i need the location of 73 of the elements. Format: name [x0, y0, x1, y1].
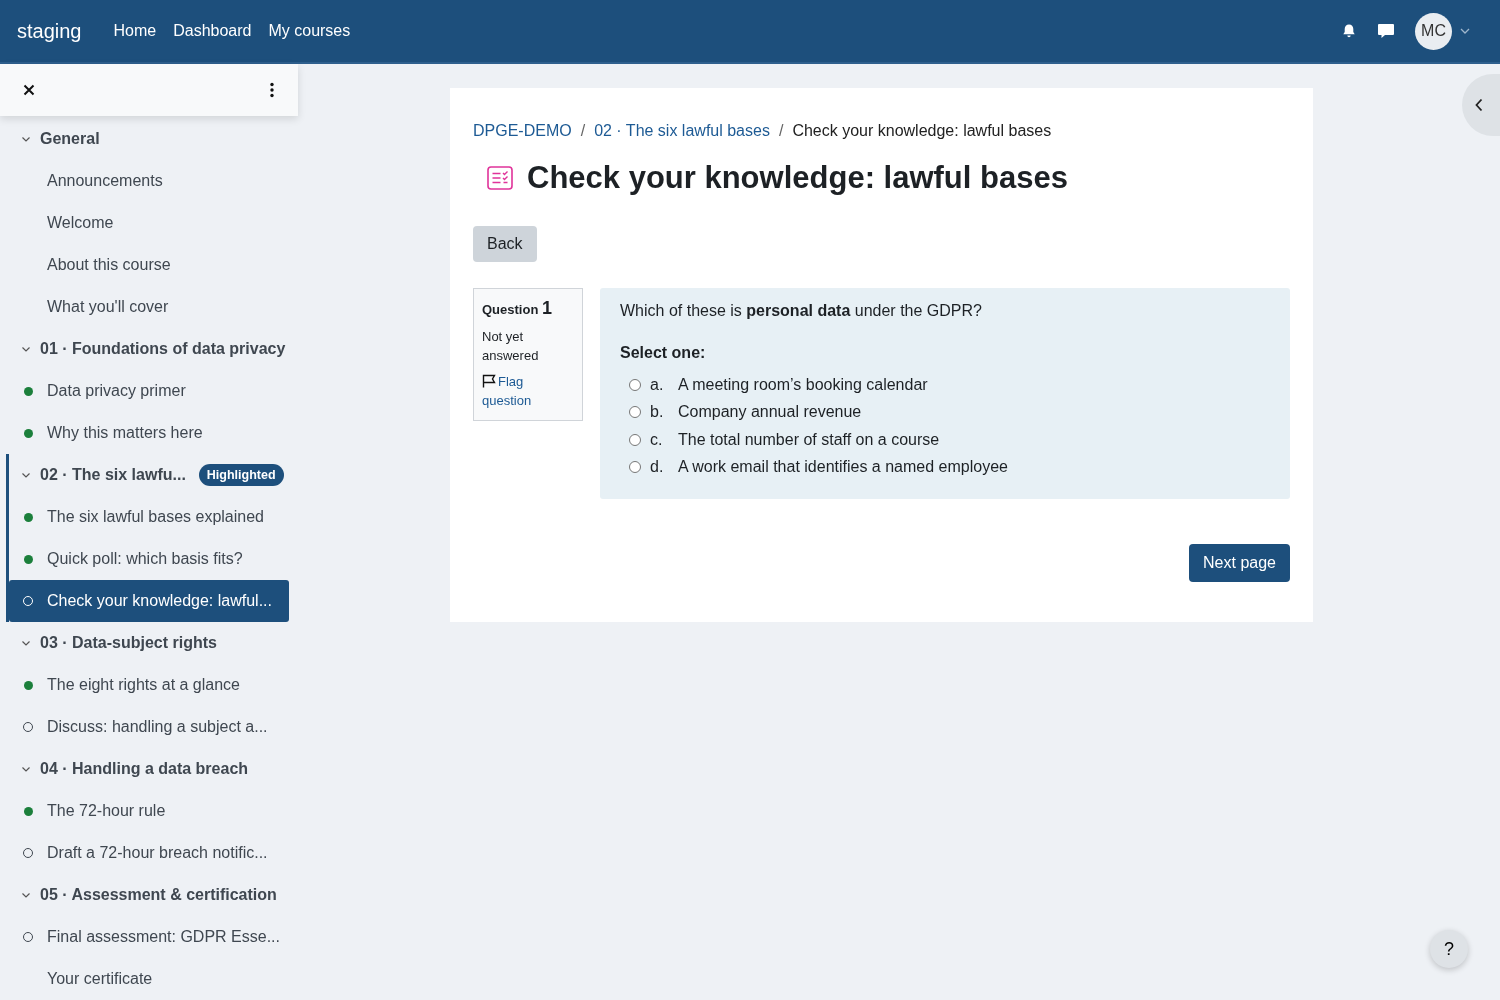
select-prompt: Select one:: [620, 344, 707, 362]
caret-icon[interactable]: [1460, 28, 1470, 34]
course-index-item[interactable]: Why this matters here: [9, 412, 289, 454]
more-options-icon[interactable]: [270, 82, 274, 98]
section-title[interactable]: 01 · Foundations of data privacy: [40, 340, 286, 358]
course-index-item[interactable]: Data privacy primer: [9, 370, 289, 412]
option-label: A work email that identifies a named employee: [678, 458, 1008, 477]
section-title[interactable]: 02 · The six lawfu...: [40, 466, 186, 484]
page-title: Check your knowledge: lawful bases: [527, 160, 1068, 196]
option-label: Company annual revenue: [678, 403, 862, 422]
option-label: A meeting room’s booking calendar: [678, 375, 928, 394]
question-state: Not yet answered: [482, 328, 540, 365]
option-letter: b.: [650, 403, 665, 422]
chevron-down-icon[interactable]: [21, 890, 31, 900]
chevron-down-icon[interactable]: [21, 638, 31, 648]
chat-bubble-icon[interactable]: [1377, 23, 1395, 39]
highlighted-badge: Highlighted: [198, 464, 284, 486]
course-index-item[interactable]: The eight rights at a glance: [9, 664, 289, 706]
option-letter: a.: [650, 375, 665, 394]
complete-dot-icon: [23, 512, 33, 522]
option-label: The total number of staff on a course: [678, 430, 940, 449]
radio-button[interactable]: [629, 461, 641, 474]
nav-link[interactable]: My courses: [268, 22, 351, 40]
course-index-item[interactable]: Draft a 72-hour breach notific...: [9, 832, 289, 874]
course-index-item[interactable]: The six lawful bases explained: [9, 496, 289, 538]
nav-link[interactable]: Home: [113, 22, 157, 40]
next-page-button[interactable]: Next page: [1189, 544, 1290, 582]
option-letter: c.: [650, 430, 664, 449]
breadcrumb-current: Check your knowledge: lawful bases: [792, 122, 1052, 140]
breadcrumb-separator: /: [778, 122, 784, 140]
complete-dot-icon: [23, 554, 33, 564]
user-avatar[interactable]: MC: [1415, 12, 1452, 50]
course-index-item[interactable]: Discuss: handling a subject a...: [9, 706, 289, 748]
flag-question-link[interactable]: Flag question: [482, 372, 574, 410]
complete-dot-icon: [23, 806, 33, 816]
breadcrumb-link[interactable]: 02 · The six lawful bases: [594, 122, 770, 140]
course-index-item[interactable]: Final assessment: GDPR Esse...: [9, 916, 289, 958]
course-index-item[interactable]: Announcements: [9, 160, 289, 202]
course-index-item[interactable]: What you'll cover: [9, 286, 289, 328]
site-brand[interactable]: staging: [17, 19, 82, 43]
complete-dot-icon: [23, 428, 33, 438]
quiz-icon: [487, 166, 513, 190]
course-index-item[interactable]: Check your knowledge: lawful...: [9, 580, 289, 622]
question-number: Question 1: [482, 298, 553, 319]
chevron-down-icon[interactable]: [21, 344, 31, 354]
course-index-item[interactable]: The 72-hour rule: [9, 790, 289, 832]
radio-button[interactable]: [629, 433, 641, 446]
complete-dot-icon: [23, 386, 33, 396]
chevron-left-icon: [1474, 98, 1484, 112]
radio-button[interactable]: [629, 378, 641, 391]
chevron-down-icon[interactable]: [21, 134, 31, 144]
nav-link[interactable]: Dashboard: [173, 22, 252, 40]
help-button[interactable]: ?: [1430, 930, 1468, 968]
course-index-item[interactable]: Your certificate: [9, 958, 289, 1000]
course-index-item[interactable]: About this course: [9, 244, 289, 286]
option-letter: d.: [650, 458, 665, 477]
course-index-item[interactable]: Welcome: [9, 202, 289, 244]
section-title[interactable]: 04 · Handling a data breach: [40, 760, 249, 778]
chevron-down-icon[interactable]: [21, 764, 31, 774]
bell-icon[interactable]: [1341, 23, 1357, 39]
section-title[interactable]: General: [40, 130, 100, 148]
flag-icon: [482, 374, 496, 388]
breadcrumb-link[interactable]: DPGE-DEMO: [473, 122, 572, 140]
course-index-item[interactable]: Quick poll: which basis fits?: [9, 538, 289, 580]
section-title[interactable]: 05 · Assessment & certification: [40, 886, 277, 904]
chevron-down-icon[interactable]: [21, 470, 31, 480]
question-text: Which of these is personal data under the GDPR?: [620, 302, 983, 320]
close-icon[interactable]: [23, 84, 35, 96]
back-button[interactable]: Back: [473, 226, 537, 262]
complete-dot-icon: [23, 680, 33, 690]
breadcrumb-separator: /: [580, 122, 586, 140]
radio-button[interactable]: [629, 406, 641, 419]
section-title[interactable]: 03 · Data-subject rights: [40, 634, 217, 652]
